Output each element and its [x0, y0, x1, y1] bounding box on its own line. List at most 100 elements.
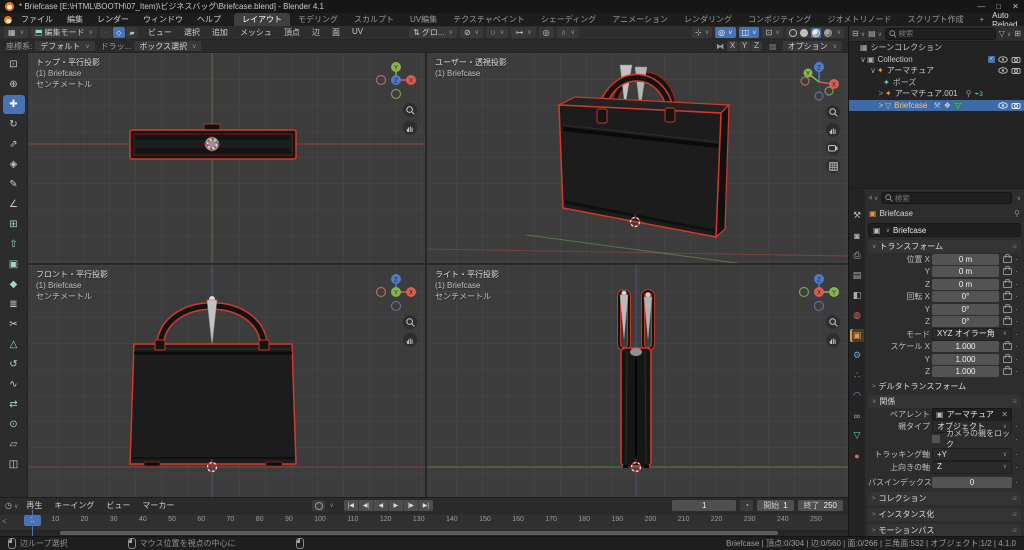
proportional-falloff-selector[interactable]: ∧ ∨: [556, 27, 579, 38]
snap-magnet-icon[interactable]: ∪ ∨: [485, 27, 509, 38]
hide-eye-icon[interactable]: [998, 101, 1008, 109]
pan-hand-icon[interactable]: [826, 123, 840, 137]
camera-parent-lock-checkbox[interactable]: [932, 435, 940, 444]
material-shading-button[interactable]: [810, 27, 821, 38]
viewport-menu-item[interactable]: ビュー: [142, 27, 178, 38]
tool-button-add-cube[interactable]: ⊞: [3, 215, 25, 234]
lock-icon[interactable]: [1003, 278, 1012, 288]
viewport-right[interactable]: ライト・平行投影 (1) Briefcase センチメートル Z Y X: [427, 265, 848, 497]
edge-select-button[interactable]: ◇: [112, 27, 125, 38]
viewport-menu-item[interactable]: 頂点: [278, 27, 306, 38]
expand-icon[interactable]: ∨: [859, 55, 867, 64]
tool-button-extrude[interactable]: ⇧: [3, 235, 25, 254]
tool-button-cursor[interactable]: ⊕: [3, 75, 25, 94]
workspace-tab[interactable]: シェーディング: [533, 13, 604, 26]
properties-tab-world[interactable]: ◍: [850, 309, 864, 322]
expand-arrow-icon[interactable]: <: [2, 517, 7, 526]
lock-icon[interactable]: [1003, 253, 1012, 263]
rotation-value-field[interactable]: 0°: [932, 303, 999, 315]
workspace-tab[interactable]: レンダリング: [676, 13, 740, 26]
animate-dot[interactable]: ·: [1014, 450, 1019, 459]
mirror-axis-button[interactable]: Z: [751, 41, 763, 51]
playback-button[interactable]: ◀|: [358, 500, 374, 511]
camera-view-icon[interactable]: [826, 141, 840, 155]
timeline-menu-item[interactable]: 再生: [20, 500, 48, 511]
camera-visibility-icon[interactable]: [1011, 67, 1021, 75]
properties-tab-tool[interactable]: ⚒: [850, 209, 864, 222]
tool-button-transform[interactable]: ◈: [3, 155, 25, 174]
properties-tab-render[interactable]: ◙: [850, 229, 864, 242]
lock-icon[interactable]: [1003, 366, 1012, 376]
pan-hand-icon[interactable]: [403, 121, 417, 135]
animate-dot[interactable]: ·: [1014, 305, 1019, 314]
properties-tab-object[interactable]: ▣: [850, 329, 864, 342]
outliner-row-collection[interactable]: ∨ ▣ Collection ✓: [849, 54, 1024, 66]
tool-button-rotate[interactable]: ↻: [3, 115, 25, 134]
correct-face-icon[interactable]: ▩: [769, 42, 777, 51]
track-axis-dropdown[interactable]: +Y ∨: [932, 448, 1012, 462]
mirror-axis-button[interactable]: X: [727, 41, 739, 51]
playback-button[interactable]: ◀: [373, 500, 389, 511]
lock-icon[interactable]: [1003, 291, 1012, 301]
navigation-gizmo[interactable]: Z X Y: [796, 57, 842, 103]
menu-item[interactable]: ヘルプ: [190, 14, 228, 25]
outliner-row-armature[interactable]: ∨ ✦ アーマチュア: [849, 65, 1024, 77]
collection-checkbox[interactable]: ✓: [988, 55, 995, 63]
timeline-menu-item[interactable]: マーカー: [136, 500, 180, 511]
properties-search-input[interactable]: [894, 193, 1008, 203]
viewport-divider-horizontal[interactable]: [28, 263, 848, 265]
face-select-button[interactable]: ▰: [125, 27, 138, 38]
timeline-scrollbar[interactable]: [60, 531, 778, 535]
xray-toggle-button[interactable]: ◫ ∨: [738, 27, 760, 38]
animate-dot[interactable]: ·: [1014, 367, 1019, 376]
properties-tab-modifiers[interactable]: ⚙: [850, 349, 864, 362]
pan-hand-icon[interactable]: [403, 333, 417, 347]
filter-icon[interactable]: ▽ ∨: [999, 29, 1012, 38]
wireframe-shading-button[interactable]: [788, 28, 797, 37]
blender-menu-icon[interactable]: [4, 15, 12, 24]
timeline-menu-item[interactable]: キーイング: [48, 500, 100, 511]
lock-icon[interactable]: [1003, 341, 1012, 351]
viewport-menu-item[interactable]: 選択: [178, 27, 206, 38]
minimize-button[interactable]: —: [973, 2, 990, 11]
tool-button-shrink-fatten[interactable]: ⊙: [3, 415, 25, 434]
delta-transform-panel-header[interactable]: > デルタトランスフォーム: [868, 380, 1021, 393]
outliner-search[interactable]: [885, 27, 996, 40]
tool-button-select-box[interactable]: ⊡: [3, 55, 25, 74]
animate-dot[interactable]: ·: [1014, 422, 1019, 431]
show-gizmo-button[interactable]: ⊹ ∨: [692, 27, 713, 38]
animate-dot[interactable]: ·: [1014, 342, 1019, 351]
tool-button-shear[interactable]: ▱: [3, 435, 25, 454]
lock-icon[interactable]: [1003, 316, 1012, 326]
playback-button[interactable]: |▶: [403, 500, 419, 511]
camera-visibility-icon[interactable]: [1011, 56, 1021, 63]
properties-search[interactable]: [881, 192, 1012, 204]
expand-icon[interactable]: ∨: [869, 66, 877, 75]
current-frame-field[interactable]: 1: [672, 500, 737, 511]
transform-panel-header[interactable]: ∨ トランスフォーム ≡: [868, 240, 1021, 253]
animate-dot[interactable]: ·: [1014, 317, 1019, 326]
properties-tab-object-data[interactable]: ▽: [850, 429, 864, 442]
animate-dot[interactable]: ·: [1014, 478, 1019, 487]
zoom-icon[interactable]: [403, 315, 417, 329]
tool-button-inset-faces[interactable]: ▣: [3, 255, 25, 274]
editor-type-button[interactable]: ▦ ∨: [4, 27, 28, 38]
orientation-selector[interactable]: ⇅ グロ... ∨: [409, 27, 457, 38]
add-workspace-button[interactable]: +: [971, 13, 992, 26]
proportional-edit-button[interactable]: ◎: [538, 27, 554, 38]
snap-target-selector[interactable]: ⊶ ∨: [511, 27, 536, 38]
new-collection-icon[interactable]: ⊞: [1014, 29, 1021, 38]
display-mode-icon[interactable]: ⊟ ∨: [852, 29, 865, 38]
playback-button[interactable]: |◀: [343, 500, 359, 511]
playback-button[interactable]: ▶: [388, 500, 404, 511]
tool-button-move[interactable]: ✚: [2, 95, 25, 114]
outliner-row-briefcase[interactable]: > ▽ Briefcase ⚒ ❖ ▽: [849, 99, 1024, 111]
timeline-menu-item[interactable]: ビュー: [100, 500, 136, 511]
zoom-icon[interactable]: [826, 105, 840, 119]
workspace-tab[interactable]: レイアウト: [234, 13, 290, 26]
properties-tab-constraints[interactable]: ∞: [850, 409, 864, 422]
tool-button-poly-build[interactable]: △: [3, 335, 25, 354]
relations-panel-header[interactable]: ∨ 関係 ≡: [868, 395, 1021, 408]
tool-button-loop-cut[interactable]: ≣: [3, 295, 25, 314]
viewport-top[interactable]: トップ・平行投影 (1) Briefcase センチメートル Y X Z: [28, 53, 425, 263]
